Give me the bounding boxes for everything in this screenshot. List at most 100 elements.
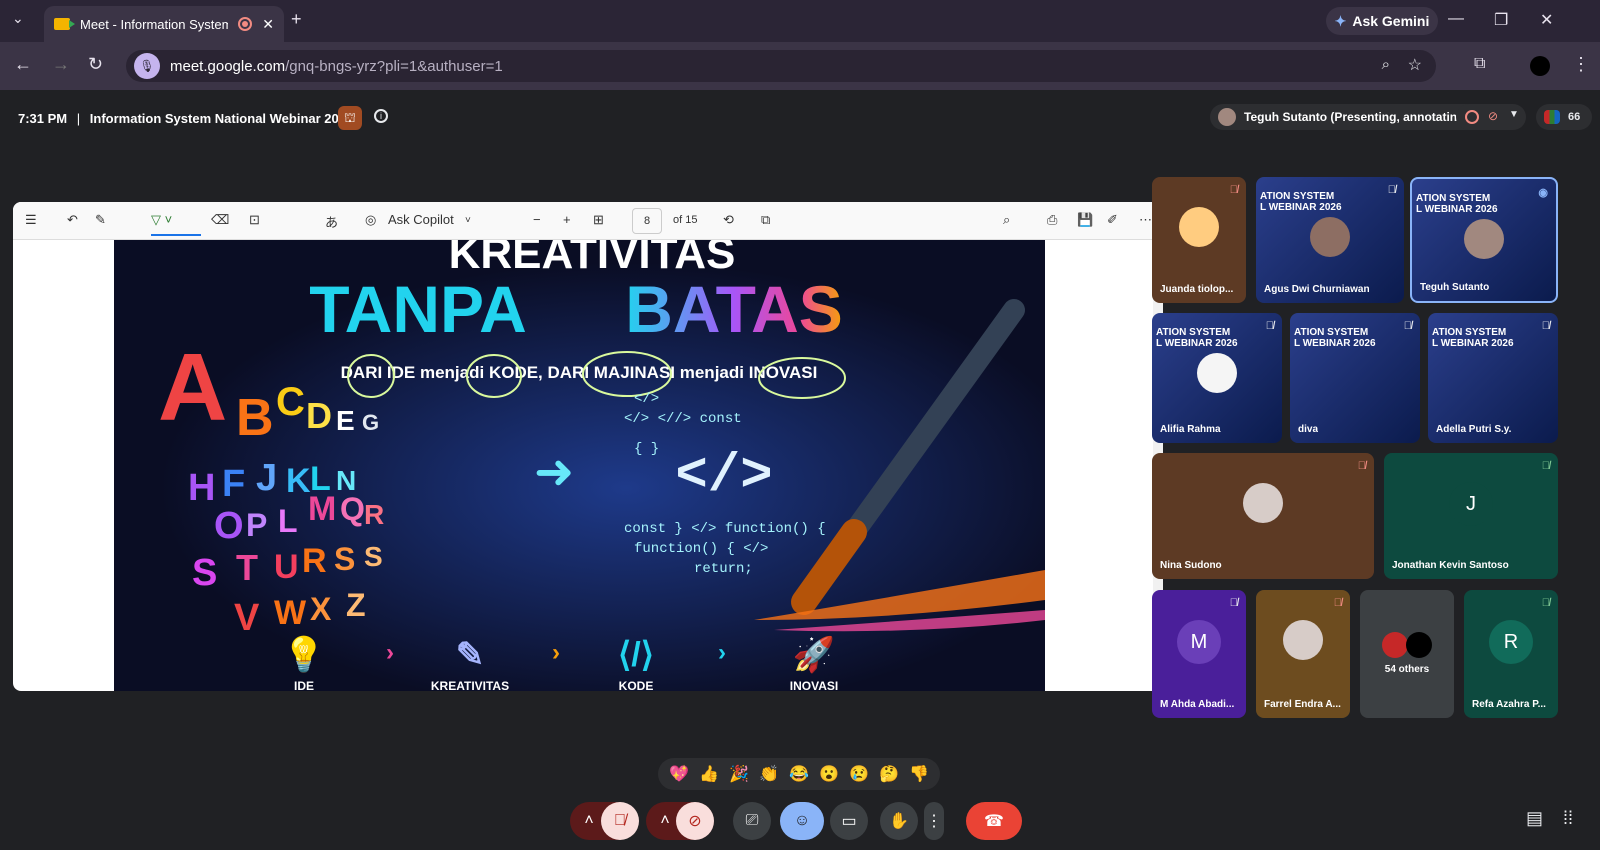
participant-tile[interactable]: 54 others [1360, 590, 1454, 718]
reaction-emoji[interactable]: 😮 [819, 764, 839, 784]
extensions-icon[interactable]: ⧉ [1474, 55, 1485, 73]
shared-slide-thumb: ATION SYSTEM L WEBINAR 2026 [1260, 191, 1342, 213]
speaking-icon: ◉ [1538, 187, 1548, 199]
reaction-emoji[interactable]: 💖 [669, 764, 689, 784]
reaction-emoji[interactable]: 🤔 [879, 764, 899, 784]
tab-list-icon[interactable]: ⌄ [12, 10, 24, 27]
activities-icon[interactable]: ⁞⁞ [1563, 808, 1573, 829]
new-tab-icon[interactable]: + [291, 9, 302, 30]
read-aloud-icon[interactable]: あ [325, 212, 338, 231]
zoom-out-icon[interactable]: − [533, 212, 541, 227]
mic-muted-button[interactable]: 🎙̸ [601, 802, 639, 840]
reload-icon[interactable]: ↻ [88, 54, 103, 75]
participant-tile[interactable]: ATION SYSTEM L WEBINAR 2026 🎙̸ diva [1290, 313, 1420, 443]
slide-letter: L [278, 503, 298, 539]
slide-code-line: return; [694, 561, 753, 577]
participant-tile[interactable]: ATION SYSTEM L WEBINAR 2026 🎙̸ Adella Putr… [1428, 313, 1558, 443]
page-input[interactable]: 8 [632, 208, 662, 234]
participant-initial: M [1177, 620, 1221, 664]
print-icon[interactable]: ⎙ [1047, 212, 1057, 228]
others-avatars [1382, 632, 1432, 658]
meeting-header: 7:31 PM | Information System National We… [0, 90, 1600, 142]
browser-tab[interactable]: Meet - Information System ✕ [44, 6, 284, 42]
more-options-button[interactable]: ⋮ [924, 802, 944, 840]
participant-tile[interactable]: ATION SYSTEM L WEBINAR 2026 ◉ Teguh Sutant… [1410, 177, 1558, 303]
address-bar[interactable]: 🎙 meet.google.com/gnq-bngs-yrz?pli=1&aut… [126, 50, 1436, 82]
reaction-emoji[interactable]: 😂 [789, 764, 809, 784]
copilot-chevron-icon[interactable]: ˅ [465, 215, 471, 226]
reactions-button[interactable]: ☺ [780, 802, 824, 840]
contents-icon[interactable]: ☰ [25, 212, 37, 228]
step-label: IDE [294, 679, 314, 691]
save-icon[interactable]: 💾 [1077, 212, 1093, 228]
chevron-down-icon: ▼ [1509, 109, 1519, 120]
ask-gemini-label: Ask Gemini [1352, 13, 1430, 29]
participant-tile[interactable]: 🎙̸ Nina Sudono [1152, 453, 1374, 579]
bookmark-star-icon[interactable]: ☆ [1408, 55, 1422, 75]
close-window-icon[interactable]: ✕ [1540, 10, 1553, 30]
tab-close-icon[interactable]: ✕ [262, 16, 274, 33]
participant-name: Alifia Rahma [1160, 424, 1221, 435]
fit-page-icon[interactable]: ⊞ [593, 212, 604, 228]
recording-controls[interactable]: ⊘ ▼ [1456, 104, 1526, 130]
url-host: meet.google.com [170, 57, 286, 75]
reaction-emoji[interactable]: 😢 [849, 764, 869, 784]
raise-hand-button[interactable]: ✋ [880, 802, 918, 840]
participant-tile[interactable]: M 🎙̸ M Ahda Abadi... [1152, 590, 1246, 718]
zoom-in-icon[interactable]: + [563, 212, 571, 227]
participant-tile[interactable]: J 🎙̸ Jonathan Kevin Santoso [1384, 453, 1558, 579]
reaction-emoji[interactable]: 👎 [909, 764, 929, 784]
page-total: of 15 [673, 214, 698, 226]
two-page-icon[interactable]: ⧉ [761, 212, 770, 228]
end-call-button[interactable]: ☎ [966, 802, 1022, 840]
back-icon[interactable]: ← [14, 54, 32, 75]
highlight-icon[interactable]: ▽ ˅ [151, 212, 201, 236]
meeting-info-icon[interactable]: i [374, 109, 388, 123]
slide-letter: X [310, 591, 332, 627]
chat-icon[interactable]: ▤ [1526, 808, 1543, 829]
participant-tile[interactable]: 🎙̸ Juanda tiolop... [1152, 177, 1246, 303]
search-icon[interactable]: ⌕ [1003, 212, 1010, 228]
slide-letter: V [234, 597, 260, 639]
reaction-emoji[interactable]: 👍 [699, 764, 719, 784]
participant-name: Juanda tiolop... [1160, 284, 1234, 295]
restore-icon[interactable]: ❐ [1494, 10, 1508, 30]
profile-avatar[interactable] [1530, 56, 1550, 76]
mic-off-icon: 🎙̸ [1403, 320, 1412, 332]
participants-button[interactable]: 66 [1536, 104, 1592, 130]
participant-avatar [1243, 483, 1283, 523]
undo-icon[interactable]: ↶ [67, 212, 78, 228]
menu-dots-icon[interactable]: ⋮ [1572, 54, 1590, 75]
eraser-icon[interactable]: ⌫ [211, 212, 229, 228]
tab-title: Meet - Information System [80, 16, 229, 32]
host-controls-icon[interactable]: ⛫ [338, 106, 362, 130]
participant-tile[interactable]: 🎙̸ Farrel Endra A... [1256, 590, 1350, 718]
rotate-icon[interactable]: ⟲ [723, 212, 734, 228]
save-as-icon[interactable]: ✐ [1107, 212, 1118, 228]
forward-icon[interactable]: → [52, 54, 70, 75]
mic-off-icon: 🎙̸ [1229, 597, 1238, 609]
reaction-emoji[interactable]: 🎉 [729, 764, 749, 784]
draw-icon[interactable]: ✎ [95, 212, 106, 228]
participant-name: Adella Putri S.y. [1436, 424, 1512, 435]
pdf-toolbar: ☰ ↶ ✎ ▽ ˅ ⌫ ⊡ あ ◎ Ask Copilot ˅ − + ⊞ 8 … [13, 202, 1163, 240]
present-button[interactable]: ⎚ [733, 802, 771, 840]
captions-button[interactable]: ▭ [830, 802, 868, 840]
slide-artwork: KREATIVITAS TANPA BATAS DARI IDE menjadi… [114, 240, 1045, 691]
participant-tile[interactable]: ATION SYSTEM L WEBINAR 2026 🎙̸ Agus Dwi Ch… [1256, 177, 1404, 303]
participant-tile[interactable]: ATION SYSTEM L WEBINAR 2026 🎙̸ Alifia Rahm… [1152, 313, 1282, 443]
text-icon[interactable]: ⊡ [249, 212, 260, 228]
copilot-icon: ◎ [365, 212, 377, 227]
slide-letter: J [256, 457, 277, 499]
minimize-icon[interactable]: — [1448, 10, 1464, 28]
mic-icon[interactable]: 🎙 [134, 53, 160, 79]
participant-tile[interactable]: R 🎙̸ Refa Azahra P... [1464, 590, 1558, 718]
ask-copilot-button[interactable]: Ask Copilot [388, 212, 454, 227]
reaction-emoji[interactable]: 👏 [759, 764, 779, 784]
ask-gemini-button[interactable]: ✦ Ask Gemini [1326, 7, 1438, 35]
zoom-icon[interactable]: ⌕ [1382, 56, 1390, 73]
more-options-icon[interactable]: ⋯ [1139, 212, 1152, 228]
camera-off-button[interactable]: ⊘ [676, 802, 714, 840]
presenter-chip[interactable]: Teguh Sutanto (Presenting, annotating) [1210, 104, 1481, 130]
time-text: 7:31 PM [18, 111, 68, 126]
